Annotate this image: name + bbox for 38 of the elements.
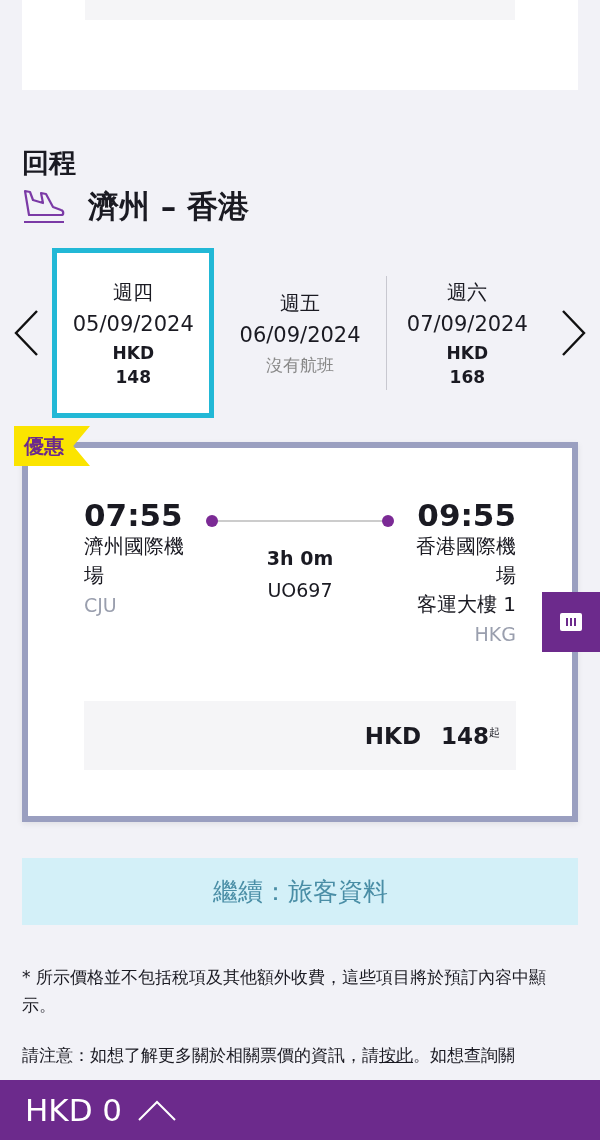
currency: HKD <box>112 342 154 365</box>
chevron-up-icon[interactable] <box>138 1099 177 1121</box>
deal-ribbon: 優惠 <box>14 426 90 466</box>
price: 168 <box>449 366 486 389</box>
plane-landing-icon <box>22 188 66 224</box>
side-tab-button[interactable] <box>542 592 600 652</box>
weekday: 週五 <box>280 290 321 317</box>
departure-code: CJU <box>84 593 117 618</box>
date: 07/09/2024 <box>406 311 528 338</box>
price: 148 <box>115 366 151 389</box>
departure-time: 07:55 <box>84 498 183 532</box>
weekday: 週六 <box>447 279 488 306</box>
ticket-icon <box>560 613 582 631</box>
link[interactable]: 按此 <box>379 1045 413 1065</box>
price-suffix: 起 <box>489 725 500 739</box>
arrival-terminal: 客運大樓 1 <box>416 591 516 618</box>
note-text: 請注意：如想了解更多關於相關票價的資訊，請按此。如想查詢關 <box>22 1044 516 1067</box>
departure-airport: 濟州國際機場 <box>84 533 185 589</box>
arrival-airport: 香港國際機場 <box>415 533 516 589</box>
arrival-time: 09:55 <box>417 498 516 532</box>
route-line-icon <box>205 513 395 529</box>
flight-number: UO697 <box>267 578 333 603</box>
duration: 3h 0m <box>266 546 334 571</box>
weekday: 週四 <box>113 279 154 306</box>
section-title: 回程 <box>22 146 77 180</box>
currency: HKD <box>446 342 489 365</box>
date-tab[interactable]: 週五 06/09/2024 沒有航班 <box>214 248 386 418</box>
date: 05/09/2024 <box>72 311 194 338</box>
date-tab[interactable]: 週六 07/09/2024 HKD 168 <box>385 276 548 390</box>
date-tab[interactable]: 週四 05/09/2024 HKD 148 <box>52 248 215 418</box>
note-text: * 所示價格並不包括稅項及其他額外收費，這些項目將於預訂內容中顯示。 <box>22 966 547 1017</box>
price-currency: HKD <box>364 722 421 749</box>
route-title: 濟州 – 香港 <box>88 187 250 226</box>
arrival-code: HKG <box>474 622 516 647</box>
total-price: HKD 0 <box>25 1092 123 1128</box>
date: 06/09/2024 <box>239 322 361 349</box>
price-value: 148 <box>441 722 489 749</box>
no-flight-label: 沒有航班 <box>266 354 335 377</box>
